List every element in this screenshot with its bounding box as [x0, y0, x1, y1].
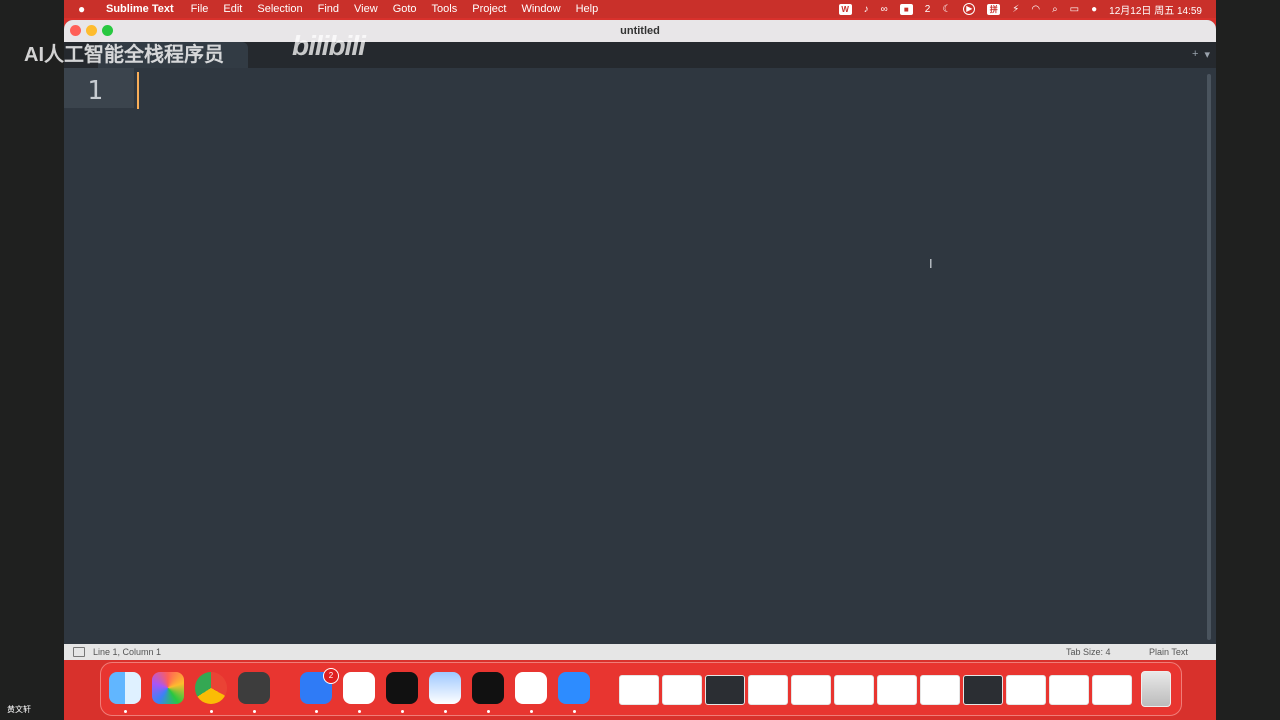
dnd-moon-icon[interactable]: ☾: [942, 4, 951, 15]
minimized-window-thumbnail[interactable]: [877, 675, 917, 705]
trash-icon[interactable]: [1141, 671, 1171, 707]
scrollbar[interactable]: [1207, 74, 1211, 640]
finder-icon[interactable]: [109, 672, 141, 704]
line-number: 1: [87, 76, 103, 106]
launchpad-icon[interactable]: [152, 672, 184, 704]
cursor-position: Line 1, Column 1: [93, 647, 162, 657]
minimized-window-thumbnail[interactable]: [705, 675, 745, 705]
menu-edit[interactable]: Edit: [223, 3, 242, 15]
sublime-window: untitled + ▾ 1 I Line 1, Column 1 Tab Si…: [64, 20, 1216, 660]
menu-selection[interactable]: Selection: [257, 3, 302, 15]
zoom-button[interactable]: [102, 25, 113, 36]
minimized-window-thumbnail[interactable]: [791, 675, 831, 705]
bilibili-logo: bilibili: [292, 30, 366, 61]
minimized-window-thumbnail[interactable]: [963, 675, 1003, 705]
running-indicator: [315, 710, 318, 713]
baidu-netdisk-icon[interactable]: [343, 672, 375, 704]
menu-bar: ● Sublime Text File Edit Selection Find …: [64, 0, 1216, 18]
running-indicator: [124, 710, 127, 713]
dock: 2: [100, 662, 1182, 716]
tab-bar: + ▾: [64, 42, 1216, 68]
wps-icon[interactable]: [515, 672, 547, 704]
minimized-window-thumbnail[interactable]: [1092, 675, 1132, 705]
watermark-text: AI人工智能全栈程序员: [24, 44, 224, 66]
title-bar: untitled: [64, 20, 1216, 42]
record-status-icon[interactable]: ■: [899, 3, 913, 15]
status-bar: Line 1, Column 1 Tab Size: 4 Plain Text: [64, 644, 1216, 660]
notification-count-icon[interactable]: 2: [925, 4, 931, 15]
ibeam-cursor-icon: I: [929, 256, 933, 271]
zoom-icon[interactable]: [558, 672, 590, 704]
syntax-selector[interactable]: Plain Text: [1149, 644, 1188, 660]
menu-find[interactable]: Find: [318, 3, 339, 15]
minimized-window-thumbnail[interactable]: [662, 675, 702, 705]
app-menu[interactable]: Sublime Text: [106, 3, 174, 15]
play-status-icon[interactable]: ▶: [963, 3, 976, 15]
running-indicator: [210, 710, 213, 713]
menu-file[interactable]: File: [191, 3, 209, 15]
running-indicator: [487, 710, 490, 713]
tab-size[interactable]: Tab Size: 4: [1066, 644, 1111, 660]
menu-clock[interactable]: 12月12日 周五 14:59: [1109, 2, 1202, 17]
menu-window[interactable]: Window: [521, 3, 560, 15]
tab-dropdown-icon[interactable]: ▾: [1204, 48, 1210, 61]
sublime-icon[interactable]: [238, 672, 270, 704]
line-gutter: 1: [64, 68, 134, 108]
text-cursor: [137, 72, 139, 109]
input-method-icon[interactable]: 拼: [987, 3, 1001, 15]
menu-project[interactable]: Project: [472, 3, 506, 15]
corner-name: 黄文轩: [7, 705, 31, 714]
running-indicator: [401, 710, 404, 713]
minimized-window-thumbnail[interactable]: [748, 675, 788, 705]
search-icon[interactable]: ⌕: [1052, 4, 1058, 15]
siri-icon[interactable]: ●: [1091, 4, 1097, 15]
running-indicator: [530, 710, 533, 713]
running-indicator: [358, 710, 361, 713]
minimized-window-thumbnail[interactable]: [619, 675, 659, 705]
wifi-icon[interactable]: ◠: [1031, 4, 1040, 15]
tiktok-icon[interactable]: [386, 672, 418, 704]
apple-icon[interactable]: ●: [78, 2, 92, 16]
notification-badge: 2: [323, 668, 339, 684]
menu-goto[interactable]: Goto: [393, 3, 417, 15]
new-tab-icon[interactable]: +: [1192, 48, 1198, 61]
capcut-icon[interactable]: [472, 672, 504, 704]
status-menu-area: W ♪ ∞ ■ 2 ☾ ▶ 拼 ⚡ ◠ ⌕ ▭ ● 12月12日 周五 14:5…: [838, 0, 1202, 18]
wps-status-icon[interactable]: W: [838, 3, 852, 15]
tab-controls: + ▾: [1192, 48, 1210, 61]
macos-desktop: ● Sublime Text File Edit Selection Find …: [64, 0, 1216, 720]
running-indicator: [444, 710, 447, 713]
baidu-status-icon[interactable]: ∞: [881, 4, 888, 15]
menu-help[interactable]: Help: [576, 3, 599, 15]
preview-icon[interactable]: [429, 672, 461, 704]
minimized-window-thumbnail[interactable]: [834, 675, 874, 705]
minimized-window-thumbnail[interactable]: [920, 675, 960, 705]
running-indicator: [573, 710, 576, 713]
running-indicator: [253, 710, 256, 713]
menu-tools[interactable]: Tools: [432, 3, 458, 15]
window-controls: [70, 25, 113, 36]
window-title: untitled: [620, 25, 660, 37]
minimized-window-thumbnail[interactable]: [1006, 675, 1046, 705]
control-center-icon[interactable]: ▭: [1070, 4, 1079, 15]
tiktok-status-icon[interactable]: ♪: [864, 4, 869, 15]
minimized-window-thumbnail[interactable]: [1049, 675, 1089, 705]
close-button[interactable]: [70, 25, 81, 36]
panel-toggle-icon[interactable]: [73, 647, 85, 657]
editor-area[interactable]: 1 I: [64, 68, 1216, 644]
menu-view[interactable]: View: [354, 3, 378, 15]
battery-icon[interactable]: ⚡: [1012, 4, 1019, 15]
minimize-button[interactable]: [86, 25, 97, 36]
chrome-icon[interactable]: [195, 672, 227, 704]
